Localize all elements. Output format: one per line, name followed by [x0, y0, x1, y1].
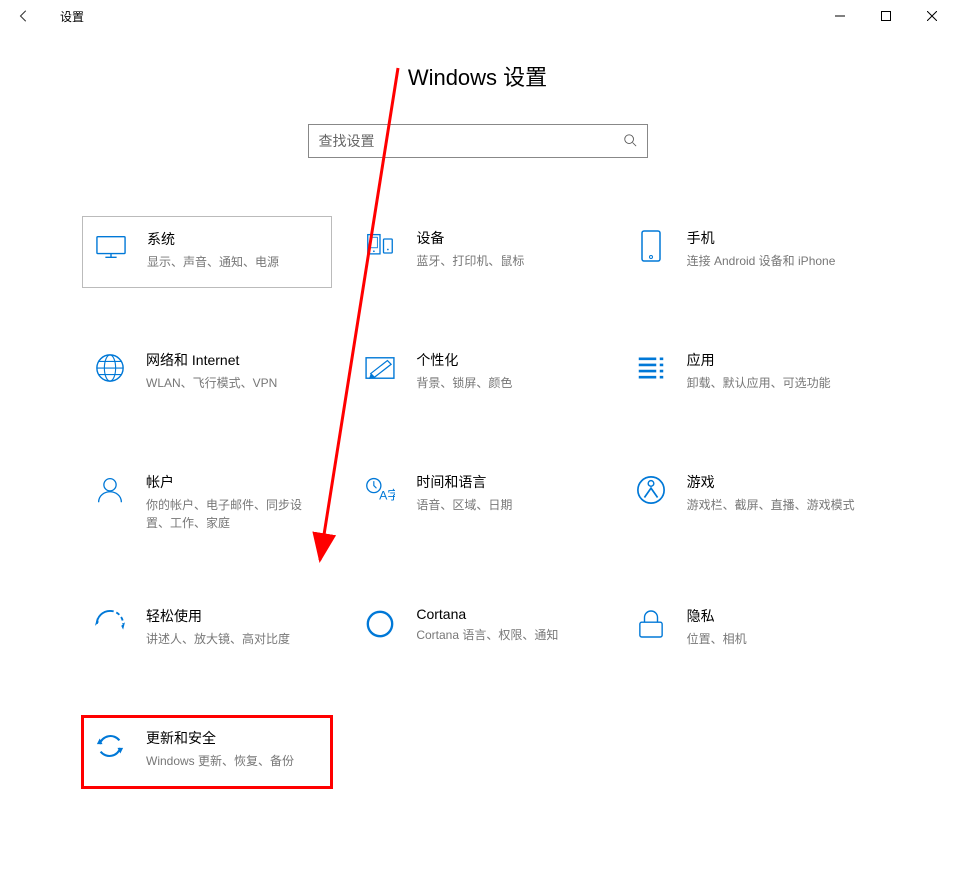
gaming-icon: [633, 472, 669, 508]
apps-icon: [633, 350, 669, 386]
tile-desc: 显示、声音、通知、电源: [147, 253, 321, 271]
minimize-button[interactable]: [817, 0, 863, 32]
tile-desc: 你的帐户、电子邮件、同步设置、工作、家庭: [146, 496, 322, 532]
tile-privacy[interactable]: 隐私位置、相机: [623, 594, 873, 666]
tile-text: 个性化背景、锁屏、颜色: [416, 350, 592, 392]
tile-ease-of-access[interactable]: 轻松使用讲述人、放大镜、高对比度: [82, 594, 332, 666]
personalization-icon: [362, 350, 398, 386]
tile-personalization[interactable]: 个性化背景、锁屏、颜色: [352, 338, 602, 410]
tile-desc: Cortana 语言、权限、通知: [416, 626, 592, 644]
tile-title: Cortana: [416, 606, 592, 622]
tile-text: Cortana Cortana 语言、权限、通知: [416, 606, 592, 644]
tile-title: 游戏: [687, 472, 863, 492]
tile-title: 隐私: [687, 606, 863, 626]
tile-devices[interactable]: 设备蓝牙、打印机、鼠标: [352, 216, 602, 288]
tile-text: 设备蓝牙、打印机、鼠标: [416, 228, 592, 270]
tile-title: 应用: [687, 350, 863, 370]
tile-title: 轻松使用: [146, 606, 322, 626]
tile-cortana[interactable]: Cortana Cortana 语言、权限、通知: [352, 594, 602, 666]
tile-gaming[interactable]: 游戏游戏栏、截屏、直播、游戏模式: [623, 460, 873, 544]
titlebar-left: 设置: [8, 0, 84, 32]
tile-title: 网络和 Internet: [146, 350, 322, 370]
tile-desc: 游戏栏、截屏、直播、游戏模式: [687, 496, 863, 514]
settings-grid: 系统显示、声音、通知、电源 设备蓝牙、打印机、鼠标 手机连接 Android 设备和…: [0, 216, 955, 788]
tile-desc: 蓝牙、打印机、鼠标: [416, 252, 592, 270]
tile-title: 帐户: [146, 472, 322, 492]
minimize-icon: [835, 11, 845, 21]
tile-text: 网络和 Internet WLAN、飞行模式、VPN: [146, 350, 322, 392]
tile-text: 轻松使用讲述人、放大镜、高对比度: [146, 606, 322, 648]
phone-icon: [633, 228, 669, 264]
network-icon: [92, 350, 128, 386]
back-button[interactable]: [8, 0, 40, 32]
cortana-icon: [362, 606, 398, 642]
tile-accounts[interactable]: 帐户你的帐户、电子邮件、同步设置、工作、家庭: [82, 460, 332, 544]
tile-title: 系统: [147, 229, 321, 249]
tile-text: 应用卸载、默认应用、可选功能: [687, 350, 863, 392]
tile-desc: 讲述人、放大镜、高对比度: [146, 630, 322, 648]
tile-desc: 卸载、默认应用、可选功能: [687, 374, 863, 392]
tile-time-language[interactable]: A字 时间和语言语音、区域、日期: [352, 460, 602, 544]
tile-desc: Windows 更新、恢复、备份: [146, 752, 322, 770]
tile-desc: 背景、锁屏、颜色: [416, 374, 592, 392]
window-controls: [817, 0, 955, 32]
tile-title: 设备: [416, 228, 592, 248]
tile-apps[interactable]: 应用卸载、默认应用、可选功能: [623, 338, 873, 410]
tile-text: 隐私位置、相机: [687, 606, 863, 648]
arrow-left-icon: [17, 9, 31, 23]
tile-text: 更新和安全 Windows 更新、恢复、备份: [146, 728, 322, 770]
tile-system[interactable]: 系统显示、声音、通知、电源: [82, 216, 332, 288]
search-input[interactable]: [319, 133, 623, 149]
maximize-button[interactable]: [863, 0, 909, 32]
maximize-icon: [881, 11, 891, 21]
search-container: [0, 124, 955, 158]
titlebar: 设置: [0, 0, 955, 32]
tile-desc: WLAN、飞行模式、VPN: [146, 374, 322, 392]
svg-text:A字: A字: [379, 488, 395, 503]
privacy-icon: [633, 606, 669, 642]
time-language-icon: A字: [362, 472, 398, 508]
update-security-icon: [92, 728, 128, 764]
system-icon: [93, 229, 129, 265]
ease-of-access-icon: [92, 606, 128, 642]
tile-text: 系统显示、声音、通知、电源: [147, 229, 321, 271]
tile-text: 时间和语言语音、区域、日期: [416, 472, 592, 514]
window-title: 设置: [60, 8, 84, 25]
close-button[interactable]: [909, 0, 955, 32]
tile-title: 个性化: [416, 350, 592, 370]
tile-title: 手机: [687, 228, 863, 248]
tile-desc: 语音、区域、日期: [416, 496, 592, 514]
tile-phone[interactable]: 手机连接 Android 设备和 iPhone: [623, 216, 873, 288]
tile-desc: 位置、相机: [687, 630, 863, 648]
tile-text: 手机连接 Android 设备和 iPhone: [687, 228, 863, 270]
tile-update-security[interactable]: 更新和安全 Windows 更新、恢复、备份: [82, 716, 332, 788]
tile-desc: 连接 Android 设备和 iPhone: [687, 252, 863, 270]
devices-icon: [362, 228, 398, 264]
accounts-icon: [92, 472, 128, 508]
close-icon: [927, 11, 937, 21]
tile-text: 游戏游戏栏、截屏、直播、游戏模式: [687, 472, 863, 514]
search-icon: [623, 133, 637, 150]
tile-network[interactable]: 网络和 Internet WLAN、飞行模式、VPN: [82, 338, 332, 410]
tile-text: 帐户你的帐户、电子邮件、同步设置、工作、家庭: [146, 472, 322, 532]
page-heading: Windows 设置: [0, 60, 955, 92]
tile-title: 更新和安全: [146, 728, 322, 748]
search-box[interactable]: [308, 124, 648, 158]
tile-title: 时间和语言: [416, 472, 592, 492]
